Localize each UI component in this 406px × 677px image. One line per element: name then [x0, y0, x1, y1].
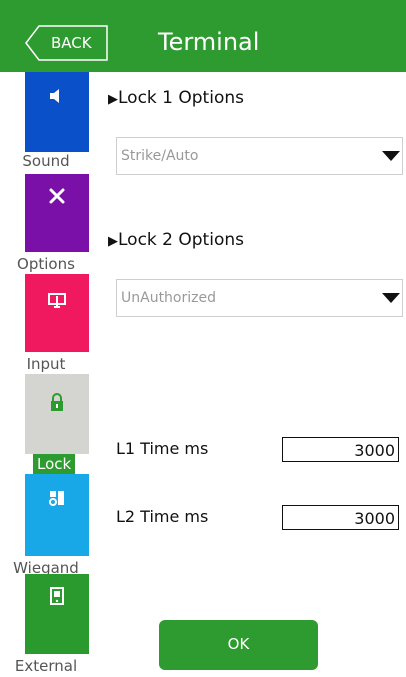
- sidebar-tile-lock: [25, 374, 89, 454]
- chevron-down-icon: [382, 151, 400, 161]
- l2-time-value: 3000: [354, 509, 395, 528]
- speaker-icon: [25, 86, 89, 111]
- sidebar-item-external[interactable]: External: [0, 574, 92, 675]
- lock1-options-heading[interactable]: ▶Lock 1 Options: [108, 88, 244, 108]
- back-button[interactable]: BACK: [25, 25, 109, 61]
- lock2-mode-select[interactable]: UnAuthorized: [116, 279, 403, 317]
- sidebar-item-options[interactable]: Options: [0, 174, 92, 274]
- ok-button[interactable]: OK: [159, 620, 318, 670]
- l2-time-input[interactable]: 3000: [282, 505, 399, 530]
- input-icon: [25, 290, 89, 315]
- lock1-mode-select[interactable]: Strike/Auto: [116, 137, 403, 175]
- sidebar-item-sound[interactable]: Sound: [0, 72, 92, 172]
- lock2-options-heading[interactable]: ▶Lock 2 Options: [108, 230, 244, 250]
- sidebar-item-input[interactable]: Input: [0, 274, 92, 374]
- sidebar: Sound Options Input Lock Wiegand Externa…: [0, 72, 92, 675]
- lock2-mode-value: UnAuthorized: [121, 290, 216, 306]
- sidebar-item-label: Input: [26, 355, 66, 373]
- sidebar-tile-external: [25, 574, 89, 654]
- sidebar-tile-input: [25, 274, 89, 352]
- sidebar-item-wiegand[interactable]: Wiegand: [0, 474, 92, 577]
- sidebar-tile-options: [25, 174, 89, 252]
- l1-time-label: L1 Time ms: [116, 439, 209, 458]
- back-button-label: BACK: [51, 34, 92, 52]
- sidebar-item-lock[interactable]: Lock: [0, 374, 92, 474]
- expand-triangle-icon: ▶: [108, 234, 118, 249]
- header-bar: BACK Terminal: [0, 0, 406, 72]
- l2-time-label: L2 Time ms: [116, 507, 209, 526]
- sidebar-item-label: External: [14, 657, 78, 675]
- lock1-options-title: Lock 1 Options: [118, 88, 244, 108]
- tools-icon: [25, 186, 89, 211]
- lock2-options-title: Lock 2 Options: [118, 230, 244, 250]
- sidebar-tile-sound: [25, 72, 89, 152]
- l1-time-value: 3000: [354, 441, 395, 460]
- sidebar-item-label: Lock: [33, 454, 76, 474]
- external-icon: [25, 586, 89, 611]
- chevron-down-icon: [382, 293, 400, 303]
- lock-icon: [25, 392, 89, 417]
- expand-triangle-icon: ▶: [108, 92, 118, 107]
- ok-button-label: OK: [227, 635, 250, 653]
- sidebar-tile-wiegand: [25, 474, 89, 556]
- page-title: Terminal: [158, 28, 260, 56]
- sidebar-item-label: Options: [17, 255, 75, 273]
- wiegand-icon: [25, 488, 89, 513]
- sidebar-item-label: Sound: [22, 152, 70, 170]
- lock1-mode-value: Strike/Auto: [121, 148, 199, 164]
- l1-time-input[interactable]: 3000: [282, 437, 399, 462]
